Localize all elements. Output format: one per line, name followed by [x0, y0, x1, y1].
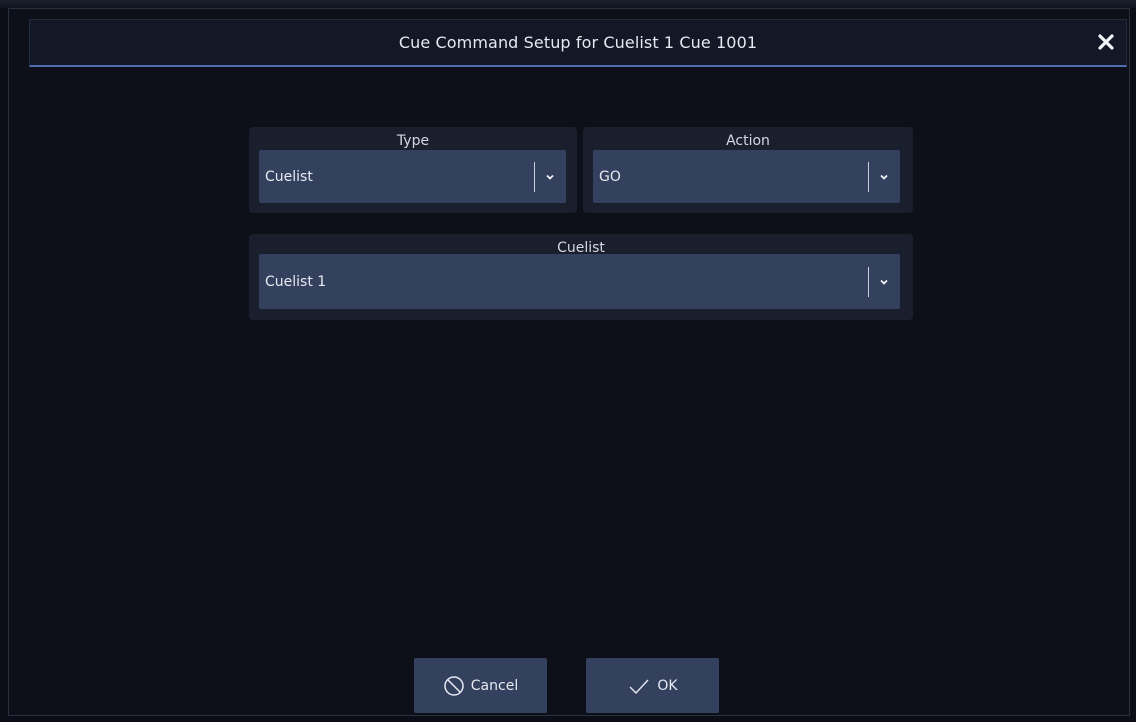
close-button[interactable]: [1092, 28, 1120, 56]
cuelist-select-value: Cuelist 1: [265, 273, 327, 290]
type-label: Type: [396, 133, 430, 149]
action-select[interactable]: GO: [593, 150, 900, 203]
select-divider: [534, 161, 535, 192]
ok-button[interactable]: OK: [586, 658, 719, 713]
cancel-button[interactable]: Cancel: [414, 658, 547, 713]
dialog-title: Cue Command Setup for Cuelist 1 Cue 1001: [398, 33, 758, 52]
cuelist-panel: Cuelist Cuelist 1: [249, 234, 913, 320]
action-panel: Action GO: [583, 127, 913, 213]
cancel-button-label: Cancel: [470, 677, 519, 694]
close-icon: [1098, 34, 1114, 50]
select-divider: [868, 161, 869, 192]
checkmark-icon: [629, 679, 649, 694]
action-select-value: GO: [599, 168, 621, 185]
cuelist-select[interactable]: Cuelist 1: [259, 254, 900, 309]
ok-button-label: OK: [657, 677, 678, 694]
dialog-titlebar: Cue Command Setup for Cuelist 1 Cue 1001: [29, 19, 1127, 67]
type-panel: Type Cuelist: [249, 127, 577, 213]
chevron-down-icon: [543, 170, 557, 184]
select-divider: [868, 266, 869, 297]
chevron-down-icon: [877, 170, 891, 184]
cancel-icon: [444, 675, 464, 696]
chevron-down-icon: [877, 275, 891, 289]
action-label: Action: [726, 133, 770, 149]
type-select[interactable]: Cuelist: [259, 150, 566, 203]
cue-command-dialog: Cue Command Setup for Cuelist 1 Cue 1001…: [8, 8, 1130, 716]
type-select-value: Cuelist: [265, 168, 313, 185]
